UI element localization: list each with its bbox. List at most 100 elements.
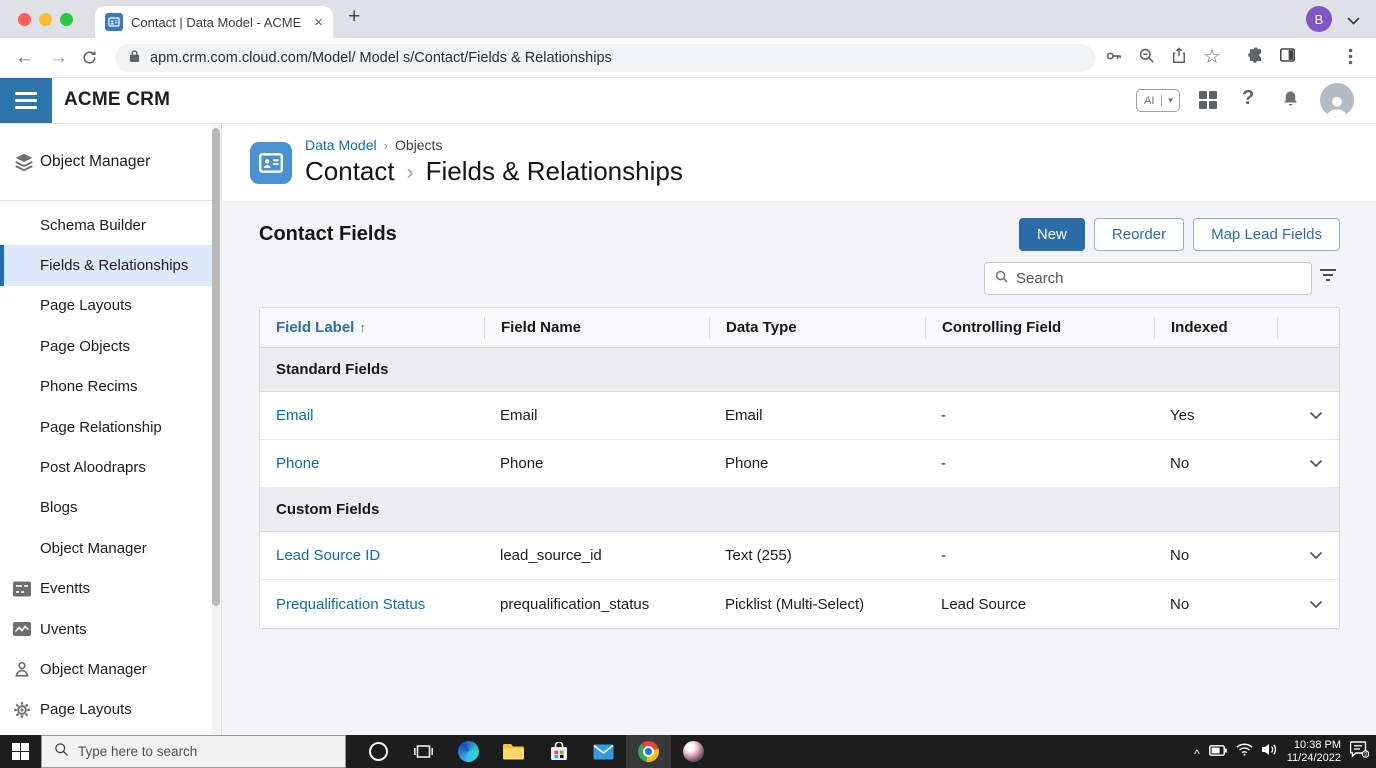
- column-field-name[interactable]: Field Name: [484, 316, 709, 339]
- search-input[interactable]: [1016, 270, 1286, 287]
- share-icon[interactable]: [1170, 46, 1188, 70]
- row-expand-chevron-icon[interactable]: [1277, 459, 1339, 468]
- section-standard-fields: Standard Fields: [260, 348, 1339, 392]
- browser-menu-icon[interactable]: [1348, 48, 1353, 70]
- search-icon: [994, 269, 1009, 289]
- field-search-box[interactable]: [984, 262, 1312, 295]
- volume-icon[interactable]: [1261, 743, 1278, 761]
- sidebar-item-uvents[interactable]: Uvents: [0, 609, 214, 649]
- sidebar-item-object-manager-top[interactable]: Object Manager: [0, 142, 214, 182]
- table-row[interactable]: Email Email Email - Yes: [260, 392, 1339, 440]
- taskbar-clock[interactable]: 10:38 PM 11/24/2022: [1287, 739, 1341, 765]
- windows-logo-icon: [12, 743, 29, 760]
- zoom-icon[interactable]: [1137, 46, 1156, 70]
- chrome-button[interactable]: [626, 735, 671, 768]
- sidebar-item-object-manager-3[interactable]: Object Manager: [0, 649, 214, 689]
- field-label-link[interactable]: Phone: [260, 455, 484, 472]
- column-controlling-field[interactable]: Controlling Field: [925, 316, 1154, 339]
- field-label-link[interactable]: Prequalification Status: [260, 596, 484, 613]
- taskbar-apps: [356, 735, 716, 768]
- svg-text:9: 9: [1364, 752, 1367, 758]
- cortana-button[interactable]: [356, 735, 401, 768]
- row-expand-chevron-icon[interactable]: [1277, 551, 1339, 560]
- side-panel-icon[interactable]: [1278, 46, 1297, 69]
- row-expand-chevron-icon[interactable]: [1277, 411, 1339, 420]
- sidebar-item-page-objects[interactable]: Page Objects: [0, 326, 214, 366]
- page-title-object: Contact: [305, 156, 395, 186]
- contact-object-icon: [250, 142, 292, 184]
- breadcrumb-data-model-link[interactable]: Data Model: [305, 137, 377, 153]
- sidebar-scrollbar-thumb[interactable]: [212, 128, 220, 606]
- breadcrumb-chevron-icon: ›: [383, 137, 388, 153]
- task-view-button[interactable]: [401, 735, 446, 768]
- sidebar-item-post-aloodraprs[interactable]: Post Aloodraprs: [0, 447, 214, 487]
- reorder-button[interactable]: Reorder: [1093, 218, 1185, 251]
- tab-search-chevron-icon[interactable]: [1347, 12, 1360, 30]
- cortana-icon: [369, 742, 388, 761]
- file-explorer-button[interactable]: [491, 735, 536, 768]
- tray-chevron-icon[interactable]: ^: [1194, 747, 1200, 761]
- extensions-puzzle-icon[interactable]: [1246, 46, 1265, 70]
- field-label-link[interactable]: Lead Source ID: [260, 547, 484, 564]
- column-data-type[interactable]: Data Type: [709, 316, 925, 339]
- sidebar-item-phone-recims[interactable]: Phone Recims: [0, 367, 214, 407]
- ai-assistant-button[interactable]: AI ▾: [1136, 89, 1180, 112]
- sidebar-item-schema-builder[interactable]: Schema Builder: [0, 205, 214, 245]
- map-lead-fields-button[interactable]: Map Lead Fields: [1193, 218, 1340, 251]
- password-key-icon[interactable]: [1104, 46, 1124, 71]
- edge-button[interactable]: [446, 735, 491, 768]
- hamburger-menu-button[interactable]: [0, 78, 52, 123]
- column-indexed[interactable]: Indexed: [1154, 316, 1277, 339]
- sidebar-item-page-layouts[interactable]: Page Layouts: [0, 286, 214, 326]
- store-icon: [550, 742, 567, 760]
- edge-icon: [458, 741, 479, 762]
- folder-icon: [503, 744, 524, 760]
- sidebar-item-object-manager-2[interactable]: Object Manager: [0, 528, 214, 568]
- app-launcher-grid-icon[interactable]: [1198, 90, 1218, 115]
- tab-close-icon[interactable]: ×: [314, 15, 323, 30]
- mail-button[interactable]: [581, 735, 626, 768]
- battery-icon[interactable]: [1208, 743, 1227, 761]
- sidebar-item-fields-relationships[interactable]: Fields & Relationships: [0, 245, 214, 286]
- table-row[interactable]: Phone Phone Phone - No: [260, 440, 1339, 488]
- mail-icon: [593, 744, 614, 759]
- taskbar-search-box[interactable]: [41, 735, 346, 768]
- reload-icon[interactable]: [81, 49, 98, 71]
- bookmark-star-icon[interactable]: ☆: [1203, 47, 1221, 67]
- back-icon[interactable]: ←: [15, 48, 34, 67]
- field-label-link[interactable]: Email: [260, 407, 484, 424]
- forward-icon[interactable]: →: [49, 48, 68, 67]
- sidebar-item-eventts[interactable]: Eventts: [0, 569, 214, 609]
- sidebar-item-page-layouts-2[interactable]: Page Layouts: [0, 690, 214, 730]
- row-expand-chevron-icon[interactable]: [1277, 600, 1339, 609]
- start-button[interactable]: [0, 735, 41, 768]
- taskbar-search-input[interactable]: [78, 744, 318, 759]
- sidebar-item-blogs[interactable]: Blogs: [0, 488, 214, 528]
- user-avatar[interactable]: [1320, 83, 1354, 117]
- url-bar[interactable]: apm.crm.com.cloud.com/Model/ Model s/Con…: [115, 44, 1095, 72]
- filter-icon[interactable]: [1319, 268, 1337, 287]
- sidebar-item-page-relationship[interactable]: Page Relationship: [0, 407, 214, 447]
- window-close-button[interactable]: [18, 13, 31, 26]
- title-chevron-icon: ›: [406, 161, 414, 184]
- browser-tab[interactable]: Contact | Data Model - ACME ×: [95, 6, 333, 38]
- window-zoom-button[interactable]: [60, 13, 73, 26]
- windows-taskbar: ^ 10:38 PM 11/24/2022 9: [0, 735, 1376, 768]
- table-row[interactable]: Prequalification Status prequalification…: [260, 580, 1339, 628]
- table-row[interactable]: Lead Source ID lead_source_id Text (255)…: [260, 532, 1339, 580]
- new-button[interactable]: New: [1018, 218, 1085, 251]
- store-button[interactable]: [536, 735, 581, 768]
- game-app-button[interactable]: [671, 735, 716, 768]
- action-center-icon[interactable]: 9: [1349, 740, 1370, 763]
- breadcrumb: Data Model › Objects: [305, 137, 442, 153]
- breadcrumb-objects[interactable]: Objects: [395, 137, 442, 153]
- event-card-icon: [13, 581, 31, 597]
- notifications-bell-icon[interactable]: [1281, 88, 1300, 114]
- new-tab-button[interactable]: +: [348, 5, 360, 29]
- wifi-icon[interactable]: [1236, 743, 1253, 761]
- window-minimize-button[interactable]: [39, 13, 52, 26]
- column-field-label[interactable]: Field Label ↑: [260, 317, 484, 339]
- help-icon[interactable]: ?: [1242, 87, 1254, 110]
- browser-profile-avatar[interactable]: B: [1306, 6, 1332, 32]
- lock-icon: [129, 49, 140, 68]
